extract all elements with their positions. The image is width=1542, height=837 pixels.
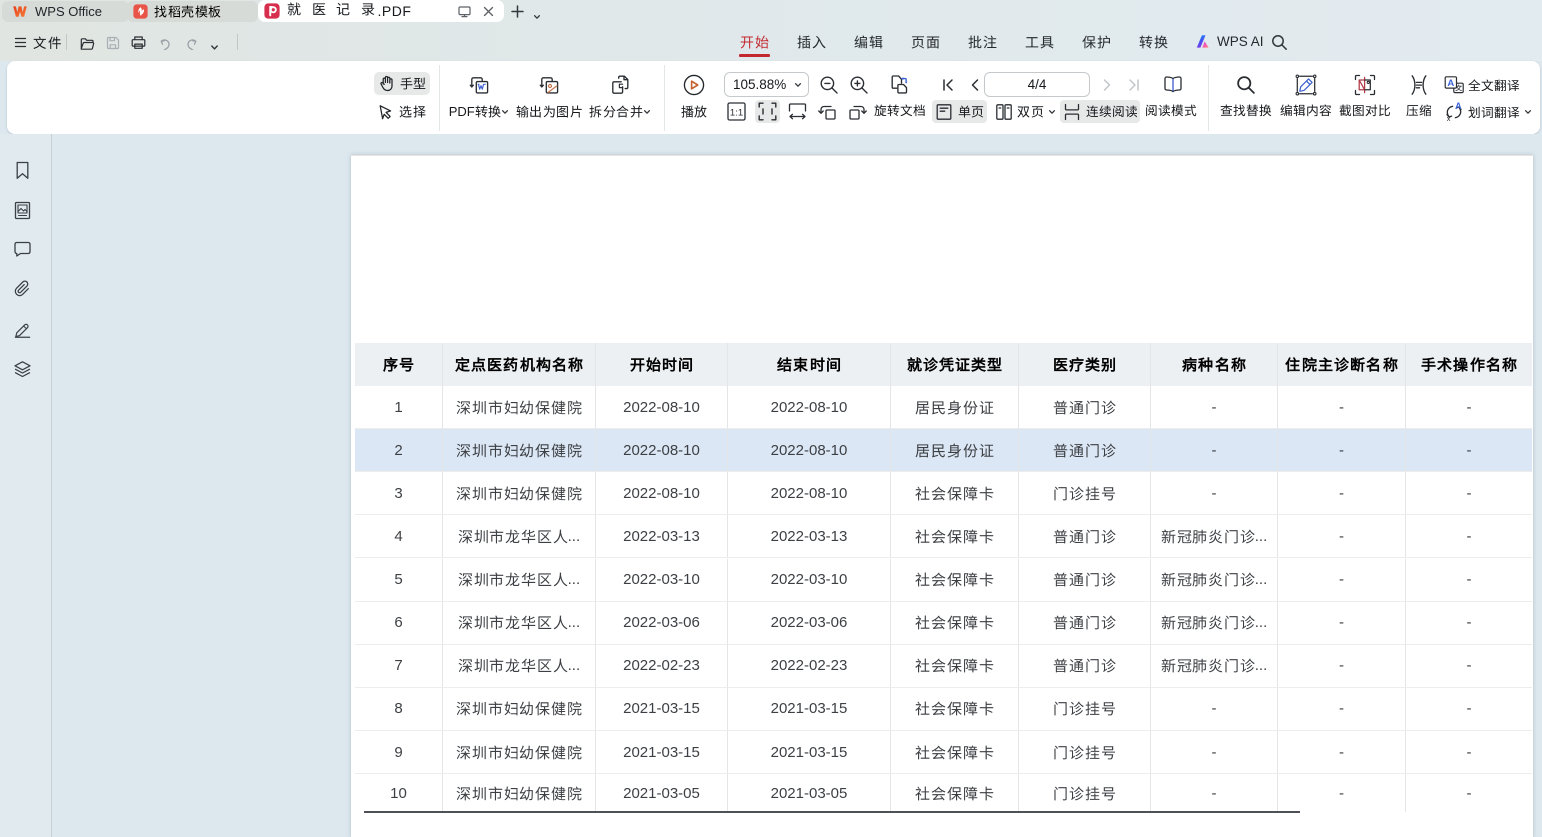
- svg-text:x: x: [1447, 114, 1451, 122]
- svg-text:A: A: [1447, 78, 1454, 89]
- svg-text:1:1: 1:1: [730, 107, 743, 118]
- svg-text:A: A: [1455, 102, 1462, 111]
